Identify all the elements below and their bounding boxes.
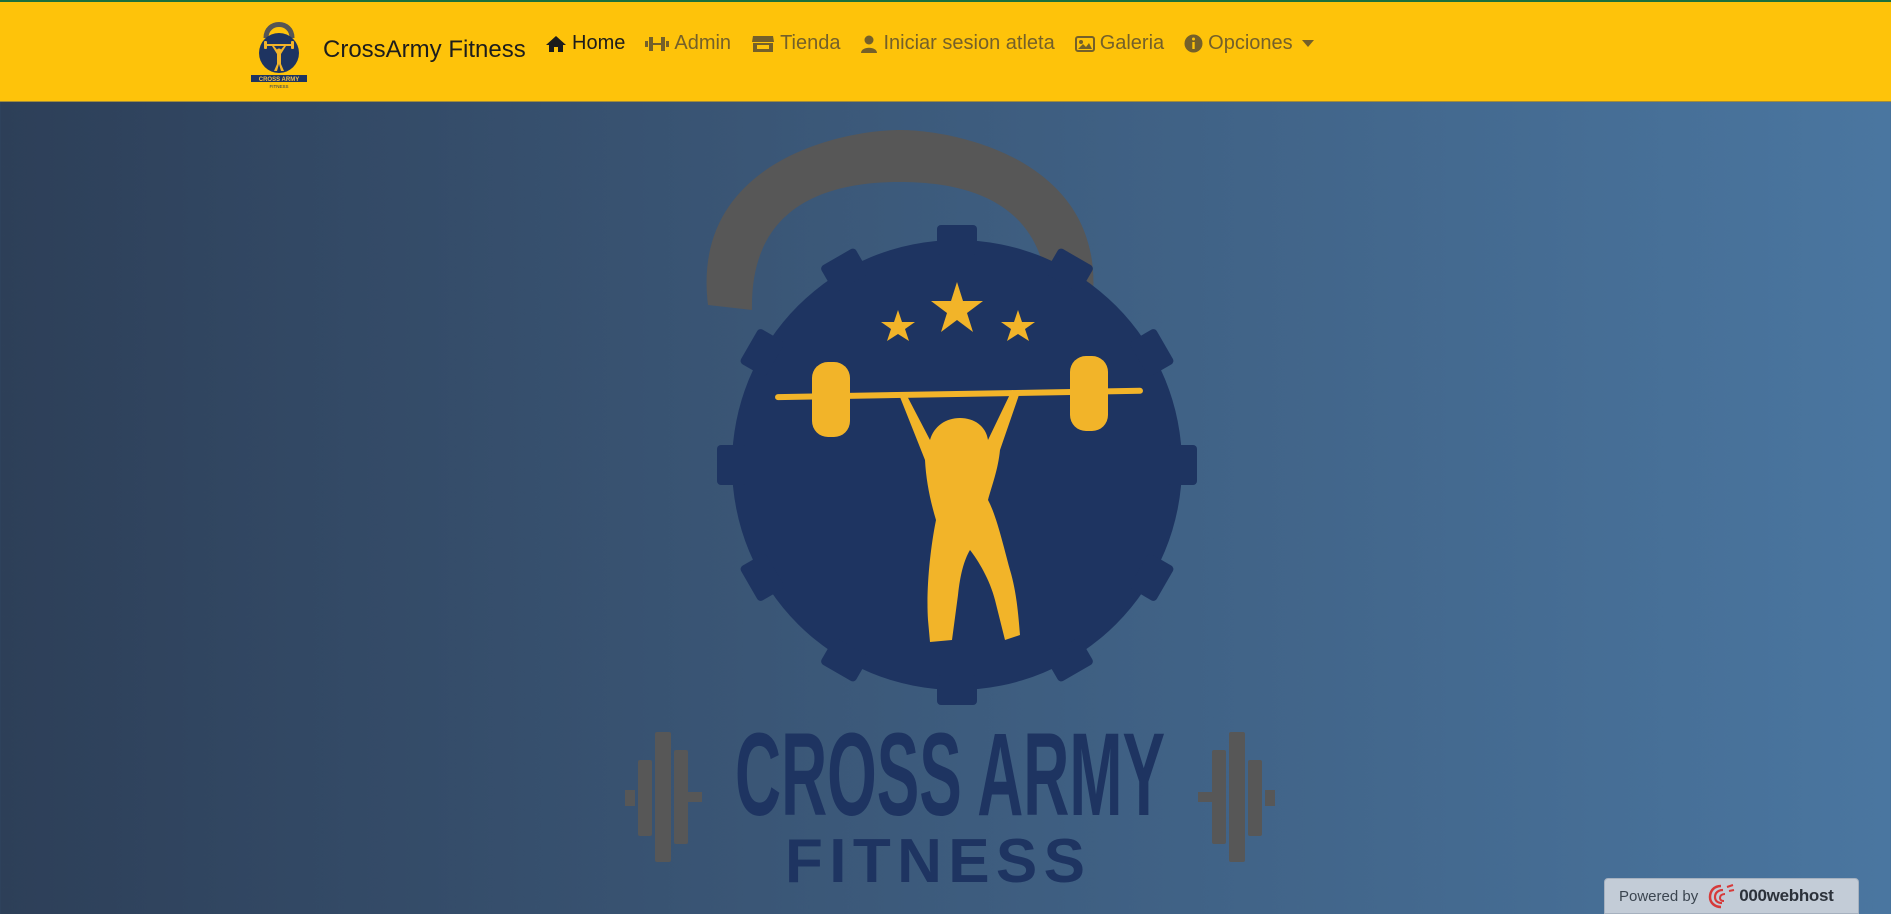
brand[interactable]: CROSS ARMY FITNESS CrossArmy Fitness: [248, 16, 526, 90]
user-icon: [861, 35, 878, 53]
nav-item-admin[interactable]: Admin: [645, 32, 731, 55]
brand-name: CrossArmy Fitness: [323, 36, 526, 63]
info-circle-icon: [1184, 34, 1203, 53]
svg-text:FITNESS: FITNESS: [269, 84, 288, 89]
chevron-down-icon: [1301, 40, 1314, 47]
nav-item-iniciar-sesion[interactable]: Iniciar sesion atleta: [860, 32, 1055, 55]
brand-logo-icon: CROSS ARMY FITNESS: [251, 22, 307, 89]
nav-item-label: Tienda: [780, 32, 841, 54]
home-icon: [546, 35, 566, 52]
svg-text:CROSS ARMY: CROSS ARMY: [259, 77, 299, 83]
webhost-name: 000webhost: [1739, 886, 1834, 905]
nav-item-tienda[interactable]: Tienda: [751, 32, 840, 55]
image-icon: [1074, 35, 1095, 52]
navbar: CROSS ARMY FITNESS CrossArmy Fitness Hom…: [0, 2, 1891, 102]
main-nav: Home Admin Tienda Iniciar sesion atleta …: [545, 32, 1334, 55]
powered-by-badge[interactable]: Powered by 000webhost: [1604, 878, 1859, 914]
nav-item-label: Home: [572, 32, 626, 54]
nav-item-label: Galeria: [1099, 32, 1165, 54]
dumbbell-icon: [645, 36, 670, 51]
nav-item-home[interactable]: Home: [545, 32, 625, 55]
nav-item-galeria[interactable]: Galeria: [1074, 32, 1165, 55]
store-icon: [752, 35, 775, 52]
nav-item-opciones-dropdown[interactable]: Opciones: [1184, 32, 1314, 55]
hero-logo-subtitle: FITNESS: [785, 827, 1115, 896]
webhost-logo-icon: [1708, 884, 1735, 909]
hero-logo-title: CROSS ARMY: [735, 709, 1165, 841]
powered-by-label: Powered by: [1619, 887, 1699, 905]
nav-item-label: Opciones: [1208, 32, 1293, 54]
hero-logo: CROSS ARMY FITNESS: [625, 130, 1275, 896]
nav-item-label: Admin: [674, 32, 732, 54]
nav-item-label: Iniciar sesion atleta: [883, 32, 1055, 54]
